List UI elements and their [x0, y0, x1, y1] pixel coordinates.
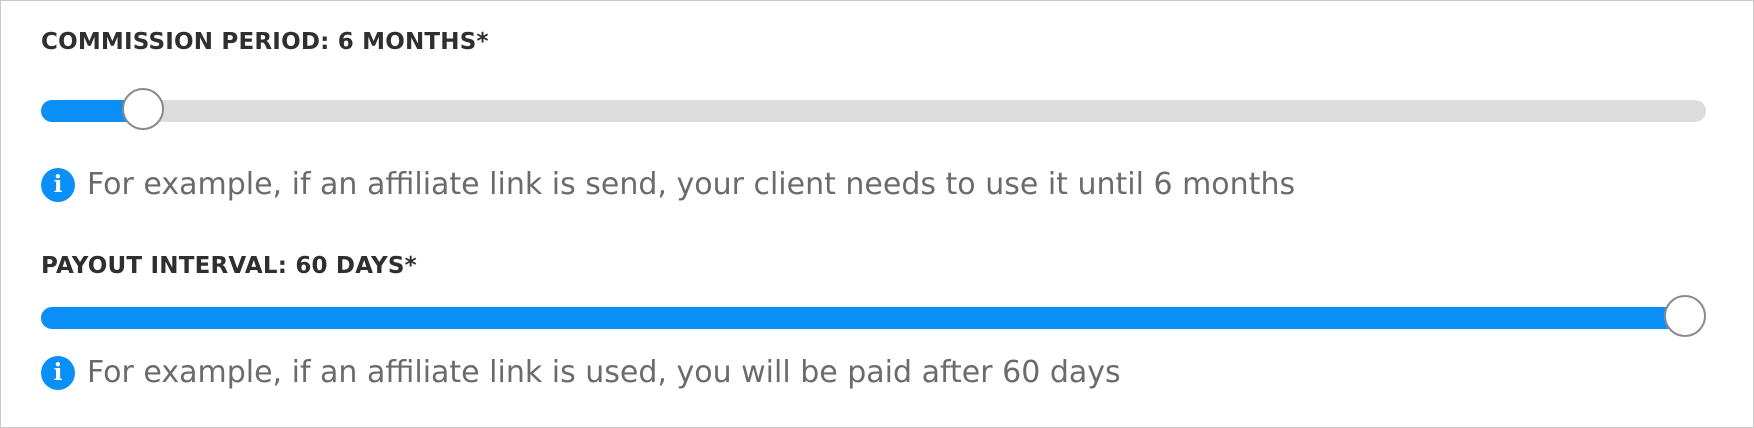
commission-period-label: COMMISSION PERIOD: 6 MONTHS* [41, 29, 489, 55]
payout-interval-slider[interactable] [41, 295, 1706, 339]
commission-period-info: i For example, if an affiliate link is s… [41, 165, 1295, 205]
payout-interval-slider-fill [41, 307, 1686, 329]
info-icon: i [41, 356, 75, 390]
payout-interval-info: i For example, if an affiliate link is u… [41, 353, 1121, 393]
commission-period-slider-track[interactable] [41, 100, 1706, 122]
info-icon: i [41, 168, 75, 202]
payout-interval-slider-thumb[interactable] [1664, 295, 1706, 337]
commission-period-slider-thumb[interactable] [122, 88, 165, 130]
commission-period-info-text: For example, if an affiliate link is sen… [87, 167, 1296, 202]
payout-interval-label: PAYOUT INTERVAL: 60 DAYS* [41, 253, 417, 279]
payout-interval-info-text: For example, if an affiliate link is use… [87, 355, 1121, 390]
affiliate-settings-panel: COMMISSION PERIOD: 6 MONTHS* i For examp… [0, 0, 1754, 428]
commission-period-slider[interactable] [41, 88, 1706, 132]
